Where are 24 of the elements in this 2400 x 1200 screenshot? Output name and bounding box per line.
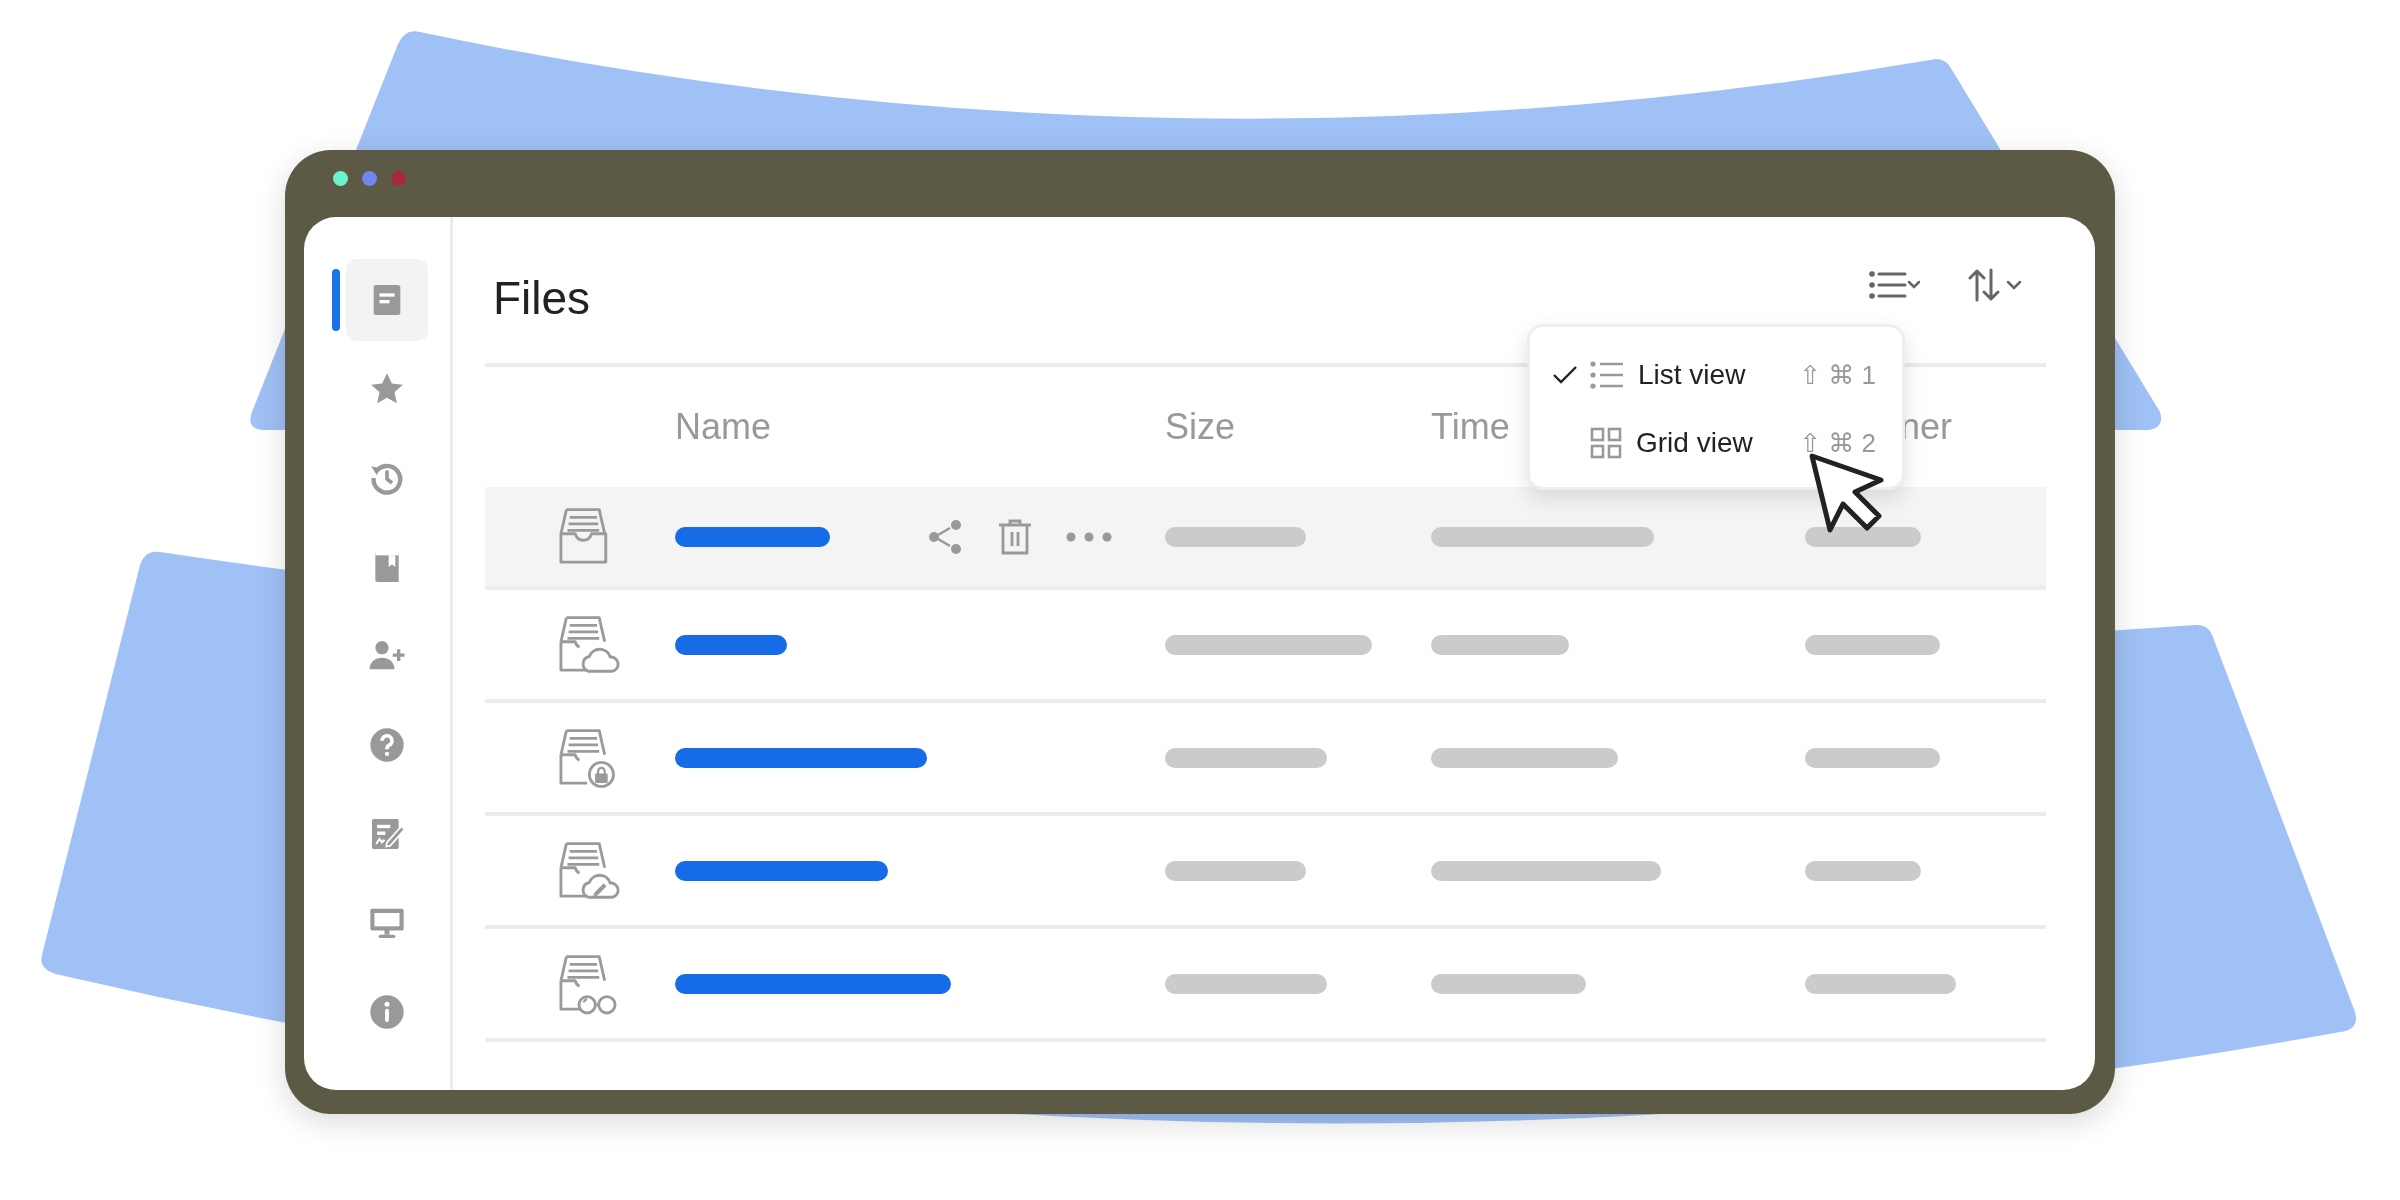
more-icon bbox=[1065, 530, 1113, 543]
window-control-dot[interactable] bbox=[333, 171, 348, 186]
column-header[interactable]: Name bbox=[675, 406, 772, 448]
sort-icon bbox=[1968, 268, 2022, 302]
info-icon bbox=[367, 992, 407, 1032]
sidebar-item[interactable] bbox=[346, 259, 428, 341]
keyboard-shortcut: ⇧ ⌘ 2 bbox=[1799, 427, 1876, 459]
column-header[interactable]: Time bbox=[1431, 406, 1510, 448]
column-header[interactable]: Size bbox=[1165, 406, 1236, 448]
keyboard-shortcut: ⇧ ⌘ 1 bbox=[1799, 359, 1876, 391]
menu-label: Grid view bbox=[1636, 427, 1754, 459]
list-icon bbox=[1868, 269, 1920, 301]
menu-item[interactable]: List view ⇧ ⌘ 1 bbox=[1530, 341, 1902, 409]
file-row[interactable] bbox=[485, 487, 2046, 590]
grid-icon bbox=[1590, 427, 1622, 459]
list-icon bbox=[1590, 361, 1624, 389]
menu-label: List view bbox=[1638, 359, 1747, 391]
window-control-dot[interactable] bbox=[362, 171, 377, 186]
menu-item[interactable]: Grid view ⇧ ⌘ 2 bbox=[1530, 409, 1902, 477]
selection-indicator bbox=[332, 269, 340, 331]
more-button[interactable] bbox=[1065, 530, 1113, 543]
window-control-dot[interactable] bbox=[391, 171, 406, 186]
help-icon bbox=[367, 725, 407, 765]
page-title: Files bbox=[492, 271, 592, 326]
